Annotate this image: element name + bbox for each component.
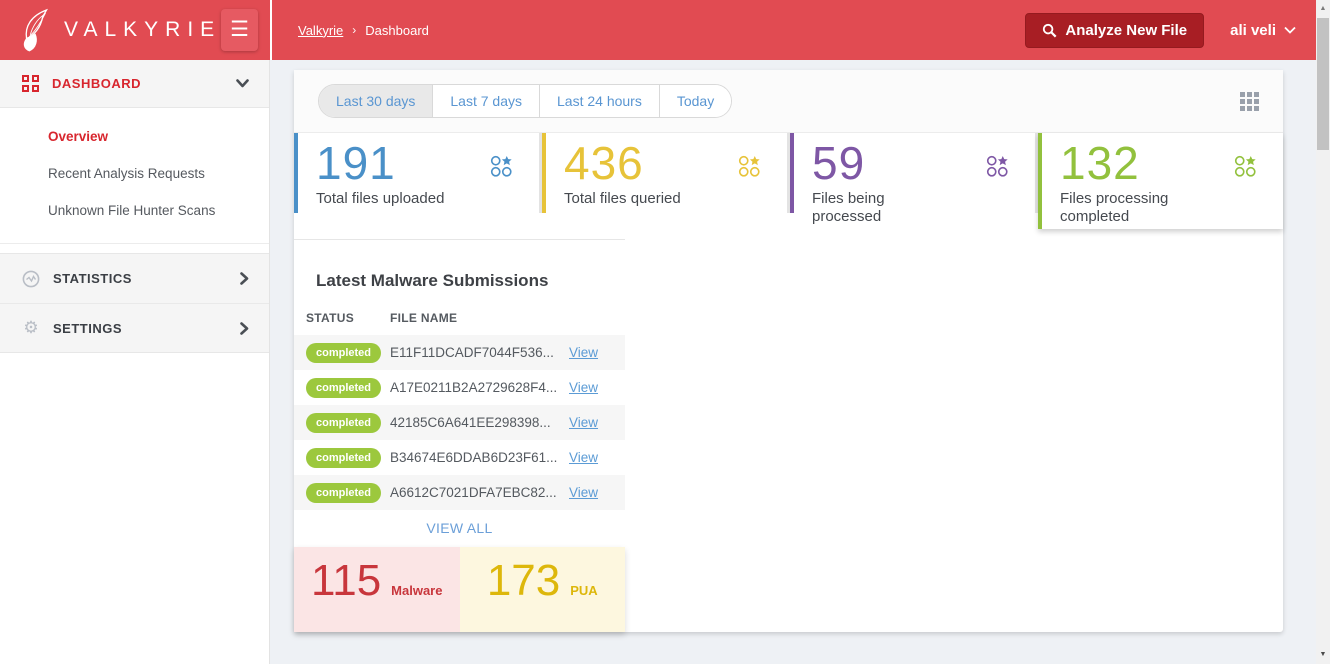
scrollbar-thumb[interactable] bbox=[1317, 18, 1329, 150]
column-header-file-name: FILE NAME bbox=[390, 311, 569, 325]
view-all-link[interactable]: VIEW ALL bbox=[426, 520, 492, 536]
chevron-right-icon bbox=[240, 322, 249, 335]
analyze-new-file-button[interactable]: Analyze New File bbox=[1025, 13, 1204, 48]
table-row: completed 42185C6A641EE298398... View bbox=[294, 405, 625, 440]
widget-title: Latest Malware Submissions bbox=[316, 271, 625, 291]
scroll-up-icon[interactable]: ▲ bbox=[1316, 2, 1330, 16]
submissions-table-header: STATUS FILE NAME bbox=[294, 311, 625, 335]
circles-star-icon bbox=[1234, 155, 1257, 183]
user-name: ali veli bbox=[1230, 22, 1276, 39]
breadcrumb: Valkyrie › Dashboard bbox=[298, 23, 429, 38]
brand: VALKYRIE bbox=[18, 7, 221, 53]
circles-star-icon bbox=[490, 155, 513, 183]
stat-card-total-files-queried: 436 Total files queried bbox=[542, 133, 787, 213]
header-main: Valkyrie › Dashboard Analyze New File al… bbox=[270, 0, 1316, 60]
hamburger-menu-icon[interactable]: ☰ bbox=[221, 9, 258, 51]
table-row: completed A6612C7021DFA7EBC82... View bbox=[294, 475, 625, 510]
pua-label: PUA bbox=[570, 583, 597, 598]
search-icon bbox=[1042, 23, 1057, 38]
sidebar-section-statistics[interactable]: STATISTICS bbox=[0, 254, 269, 303]
table-row: completed B34674E6DDAB6D23F61... View bbox=[294, 440, 625, 475]
status-badge: completed bbox=[306, 483, 381, 503]
header-brand-area: VALKYRIE ☰ bbox=[0, 0, 270, 60]
dashboard-panel: Last 30 days Last 7 days Last 24 hours T… bbox=[294, 70, 1283, 632]
sidebar-item-recent-analysis-requests[interactable]: Recent Analysis Requests bbox=[0, 155, 269, 192]
sidebar-item-unknown-file-hunter-scans[interactable]: Unknown File Hunter Scans bbox=[0, 192, 269, 229]
status-badge: completed bbox=[306, 343, 381, 363]
chevron-down-icon bbox=[236, 79, 249, 88]
circles-star-icon bbox=[986, 155, 1009, 183]
brand-name: VALKYRIE bbox=[64, 18, 221, 42]
stat-label: Total files queried bbox=[564, 190, 787, 207]
view-link[interactable]: View bbox=[569, 415, 598, 430]
header: VALKYRIE ☰ Valkyrie › Dashboard Analyze … bbox=[0, 0, 1316, 60]
totals-row: 115 Malware 173 PUA bbox=[294, 547, 625, 632]
sidebar-section-settings[interactable]: ⚙ SETTINGS bbox=[0, 303, 269, 352]
view-link[interactable]: View bbox=[569, 380, 598, 395]
latest-malware-submissions-widget: Latest Malware Submissions STATUS FILE N… bbox=[294, 239, 625, 632]
file-name: B34674E6DDAB6D23F61... bbox=[390, 450, 569, 465]
malware-label: Malware bbox=[391, 583, 442, 598]
malware-total-box: 115 Malware bbox=[294, 547, 460, 632]
valkyrie-logo-icon bbox=[18, 7, 56, 53]
filter-toolbar: Last 30 days Last 7 days Last 24 hours T… bbox=[294, 70, 1283, 133]
vertical-scrollbar[interactable]: ▲ ▼ bbox=[1316, 0, 1330, 664]
table-row: completed E11F11DCADF7044F536... View bbox=[294, 335, 625, 370]
sidebar-section-label: SETTINGS bbox=[53, 321, 240, 336]
view-all-row: VIEW ALL bbox=[294, 510, 625, 547]
user-menu[interactable]: ali veli bbox=[1230, 22, 1296, 39]
sidebar-group: STATISTICS ⚙ SETTINGS bbox=[0, 253, 269, 353]
grid-view-icon[interactable] bbox=[1240, 92, 1259, 111]
status-badge: completed bbox=[306, 448, 381, 468]
stat-card-files-being-processed: 59 Files being processed bbox=[790, 133, 1035, 213]
file-name: A17E0211B2A2729628F4... bbox=[390, 380, 569, 395]
sidebar: DASHBOARD Overview Recent Analysis Reque… bbox=[0, 60, 270, 664]
stat-cards-row: 191 Total files uploaded 436 Total files… bbox=[294, 133, 1283, 213]
file-name: E11F11DCADF7044F536... bbox=[390, 345, 569, 360]
pua-count: 173 bbox=[487, 559, 560, 603]
view-link[interactable]: View bbox=[569, 450, 598, 465]
gear-icon: ⚙ bbox=[22, 318, 40, 338]
view-link[interactable]: View bbox=[569, 345, 598, 360]
breadcrumb-root-link[interactable]: Valkyrie bbox=[298, 23, 343, 38]
status-badge: completed bbox=[306, 378, 381, 398]
dashboard-grid-icon bbox=[22, 75, 39, 92]
tab-today[interactable]: Today bbox=[660, 85, 731, 117]
breadcrumb-separator: › bbox=[352, 23, 356, 37]
chevron-down-icon bbox=[1284, 26, 1296, 34]
dashboard-submenu: Overview Recent Analysis Requests Unknow… bbox=[0, 108, 269, 244]
tab-last-7-days[interactable]: Last 7 days bbox=[433, 85, 540, 117]
analyze-button-label: Analyze New File bbox=[1065, 22, 1187, 39]
date-filter-tabs: Last 30 days Last 7 days Last 24 hours T… bbox=[318, 84, 732, 118]
sidebar-section-label: DASHBOARD bbox=[52, 76, 236, 91]
chevron-right-icon bbox=[240, 272, 249, 285]
statistics-pulse-icon bbox=[22, 270, 40, 288]
table-row: completed A17E0211B2A2729628F4... View bbox=[294, 370, 625, 405]
file-name: 42185C6A641EE298398... bbox=[390, 415, 569, 430]
submissions-table: STATUS FILE NAME completed E11F11DCADF70… bbox=[294, 311, 625, 510]
main-content: Last 30 days Last 7 days Last 24 hours T… bbox=[271, 60, 1316, 664]
app-root: VALKYRIE ☰ Valkyrie › Dashboard Analyze … bbox=[0, 0, 1330, 664]
sidebar-section-dashboard[interactable]: DASHBOARD bbox=[0, 60, 269, 108]
status-badge: completed bbox=[306, 413, 381, 433]
sidebar-item-overview[interactable]: Overview bbox=[0, 118, 269, 155]
pua-total-box: 173 PUA bbox=[460, 547, 626, 632]
view-link[interactable]: View bbox=[569, 485, 598, 500]
stat-card-files-processing-completed: 132 Files processing completed bbox=[1038, 133, 1283, 229]
scroll-down-icon[interactable]: ▼ bbox=[1316, 648, 1330, 662]
tab-last-24-hours[interactable]: Last 24 hours bbox=[540, 85, 660, 117]
circles-star-icon bbox=[738, 155, 761, 183]
sidebar-section-label: STATISTICS bbox=[53, 271, 240, 286]
file-name: A6612C7021DFA7EBC82... bbox=[390, 485, 569, 500]
stat-label: Total files uploaded bbox=[316, 190, 539, 207]
breadcrumb-current: Dashboard bbox=[365, 23, 429, 38]
stat-label: Files processing completed bbox=[1060, 190, 1283, 225]
malware-count: 115 bbox=[311, 559, 381, 603]
tab-last-30-days[interactable]: Last 30 days bbox=[319, 85, 433, 117]
stat-label: Files being processed bbox=[812, 190, 1035, 225]
stat-card-total-files-uploaded: 191 Total files uploaded bbox=[294, 133, 539, 213]
column-header-status: STATUS bbox=[294, 311, 390, 325]
